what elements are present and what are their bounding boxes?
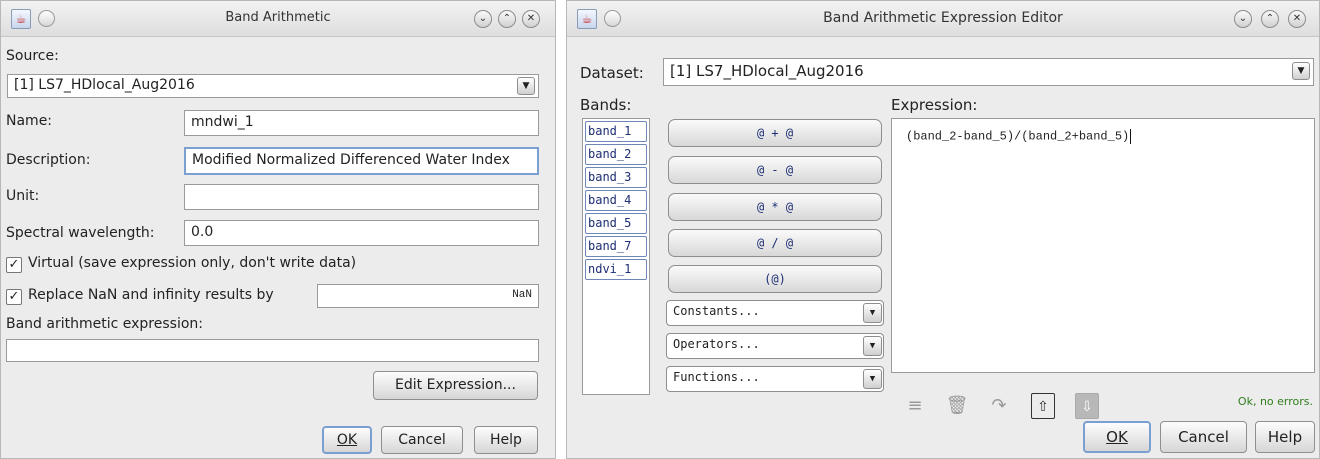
ok-button[interactable]: OK [1083,421,1151,453]
help-button[interactable]: Help [1255,421,1315,453]
ok-label: OK [336,432,358,448]
dropdown-arrow-icon[interactable]: ▼ [863,303,882,323]
trash-icon[interactable]: 🗑 [945,393,969,419]
history-up-icon[interactable]: ⇧ [1031,393,1055,419]
band-item-band_4[interactable]: band_4 [585,190,647,211]
functions-label: Functions... [673,370,760,384]
dataset-combo[interactable]: [1] LS7_HDlocal_Aug2016 ▼ [663,58,1314,86]
dropdown-arrow-icon[interactable]: ▼ [863,369,882,389]
source-label: Source: [6,48,59,64]
status-message: Ok, no errors. [1237,395,1313,408]
minimize-icon[interactable]: ⌄ [474,10,492,28]
source-combo[interactable]: [1] LS7_HDlocal_Aug2016 ▼ [7,74,539,98]
constants-dropdown[interactable]: Constants... ▼ [666,300,884,326]
dropdown-arrow-icon[interactable]: ▼ [517,77,535,95]
clear-lines-icon[interactable]: ≡ [903,393,927,419]
history-down-icon[interactable]: ⇩ [1075,393,1099,419]
close-icon[interactable]: ✕ [1288,10,1306,28]
replace-nan-checkbox[interactable]: ✓ [6,289,22,305]
expression-field[interactable] [6,339,539,362]
expression-label: Expression: [891,96,978,114]
operators-dropdown[interactable]: Operators... ▼ [666,333,884,359]
dataset-label: Dataset: [580,64,644,82]
bands-label: Bands: [580,96,632,114]
title-bar[interactable]: ☕ Band Arithmetic Expression Editor ⌄ ⌃ … [567,1,1319,37]
expression-text: (band_2-band_5)/(band_2+band_5) [906,129,1130,144]
subtract-operator-button[interactable]: @ - @ [668,156,882,184]
band-arithmetic-dialog: ☕ Band Arithmetic ⌄ ⌃ ✕ Source: [1] LS7_… [0,0,556,459]
band-item-band_2[interactable]: band_2 [585,144,647,165]
constants-label: Constants... [673,304,760,318]
replace-nan-field[interactable]: NaN [317,284,539,308]
description-value: Modified Normalized Differenced Water In… [192,152,510,168]
help-label: Help [490,432,522,448]
functions-dropdown[interactable]: Functions... ▼ [666,366,884,392]
description-field[interactable]: Modified Normalized Differenced Water In… [184,147,539,175]
dropdown-arrow-icon[interactable]: ▼ [1292,62,1310,80]
description-label: Description: [6,152,91,168]
replace-nan-label: Replace NaN and infinity results by [28,287,274,303]
text-caret [1130,129,1132,144]
virtual-label: Virtual (save expression only, don't wri… [28,255,357,271]
add-operator-button[interactable]: @ + @ [668,119,882,147]
close-icon[interactable]: ✕ [522,10,540,28]
window-title: Band Arithmetic Expression Editor [823,10,1063,26]
multiply-operator-button[interactable]: @ * @ [668,193,882,221]
expression-editor[interactable]: (band_2-band_5)/(band_2+band_5) [891,118,1315,373]
cancel-button[interactable]: Cancel [1160,421,1247,453]
dropdown-arrow-icon[interactable]: ▼ [863,336,882,356]
operators-label: Operators... [673,337,760,351]
maximize-icon[interactable]: ⌃ [1261,10,1279,28]
title-bar[interactable]: ☕ Band Arithmetic ⌄ ⌃ ✕ [1,1,555,37]
band-item-band_7[interactable]: band_7 [585,236,647,257]
divide-operator-button[interactable]: @ / @ [668,229,882,257]
dataset-value: [1] LS7_HDlocal_Aug2016 [670,62,864,80]
help-label: Help [1267,428,1303,446]
ok-label: OK [1106,428,1128,446]
edit-expression-button[interactable]: Edit Expression... [373,371,538,400]
virtual-checkbox[interactable]: ✓ [6,257,22,273]
wavelength-label: Spectral wavelength: [6,225,155,241]
unit-field[interactable] [184,184,539,210]
undo-icon[interactable]: ↷ [987,393,1011,419]
maximize-icon[interactable]: ⌃ [498,10,516,28]
band-item-band_5[interactable]: band_5 [585,213,647,234]
wavelength-field[interactable]: 0.0 [184,220,539,246]
source-value: [1] LS7_HDlocal_Aug2016 [14,77,195,93]
name-field[interactable]: mndwi_1 [184,110,539,136]
cancel-label: Cancel [1178,428,1229,446]
parenthesis-operator-button[interactable]: (@) [668,265,882,293]
expression-label: Band arithmetic expression: [6,316,203,332]
bands-list[interactable]: band_1 band_2 band_3 band_4 band_5 band_… [582,118,650,395]
band-item-ndvi_1[interactable]: ndvi_1 [585,259,647,280]
ok-button[interactable]: OK [322,426,372,454]
band-item-band_3[interactable]: band_3 [585,167,647,188]
cancel-label: Cancel [398,432,446,448]
window-title: Band Arithmetic [225,10,331,25]
name-label: Name: [6,113,53,129]
band-item-band_1[interactable]: band_1 [585,121,647,142]
minimize-icon[interactable]: ⌄ [1234,10,1252,28]
expression-editor-dialog: ☕ Band Arithmetic Expression Editor ⌄ ⌃ … [566,0,1320,459]
cancel-button[interactable]: Cancel [381,426,463,454]
unit-label: Unit: [6,188,40,204]
help-button[interactable]: Help [474,426,538,454]
